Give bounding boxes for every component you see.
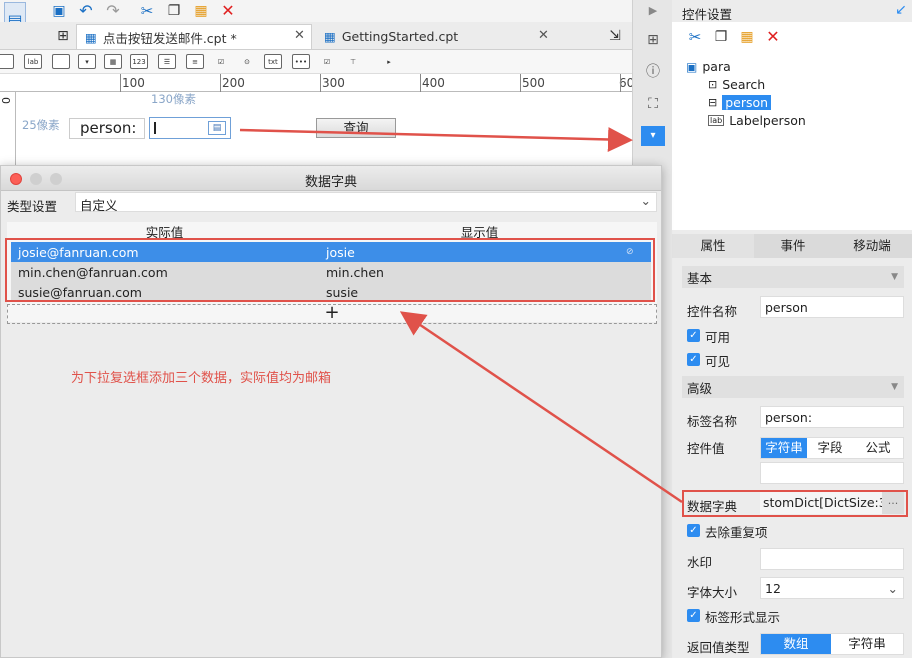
annotation-arrows xyxy=(239,126,683,504)
arrow-to-widget-icon xyxy=(239,126,633,152)
arrow-to-rows xyxy=(399,311,683,504)
